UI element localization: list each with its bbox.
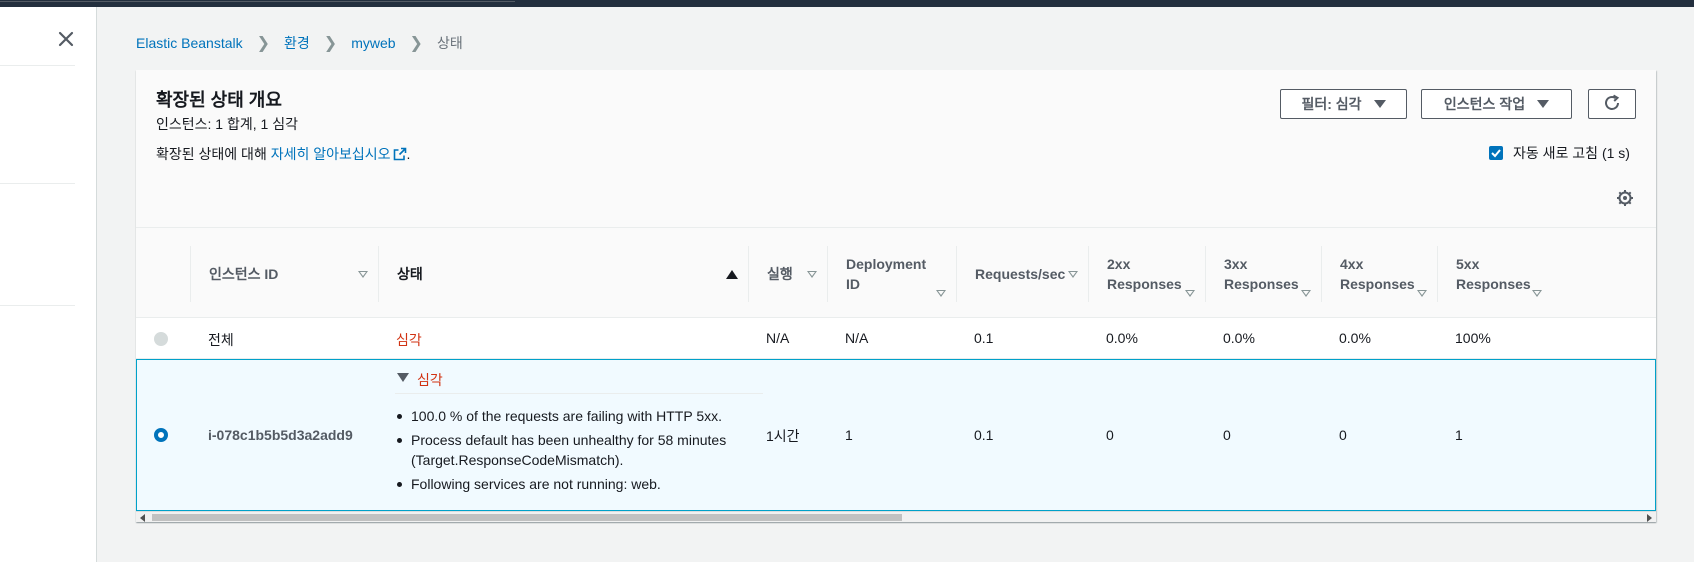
breadcrumb-health: 상태 — [436, 35, 463, 51]
overall-2xx: 0.0% — [1106, 330, 1138, 346]
breadcrumb-elastic-beanstalk[interactable]: Elastic Beanstalk — [136, 35, 243, 51]
cause-item: Process default has been unhealthy for 5… — [395, 430, 775, 470]
refresh-icon — [1603, 94, 1621, 115]
side-panel — [0, 7, 97, 562]
column-deployment-id[interactable]: Deployment ID — [827, 246, 956, 302]
cause-item: Following services are not running: web. — [395, 474, 775, 494]
divider — [0, 65, 75, 66]
close-icon[interactable] — [54, 27, 78, 51]
breadcrumb: Elastic Beanstalk ❯ 환경 ❯ myweb ❯ 상태 — [136, 33, 463, 53]
caret-down-icon — [1537, 100, 1550, 108]
overall-5xx: 100% — [1455, 330, 1491, 346]
instance-running: 1시간 — [766, 428, 800, 444]
page-title: 확장된 상태 개요 — [156, 90, 282, 110]
caret-down-icon — [1373, 100, 1386, 108]
auto-refresh-label: 자동 새로 고침 (1 s) — [1513, 145, 1630, 161]
sort-icon[interactable] — [1301, 290, 1311, 297]
column-status[interactable]: 상태 — [378, 246, 748, 302]
table-row-overall[interactable]: 전체 심각 N/A N/A 0.1 0.0% 0.0% 0.0% 100% — [136, 319, 1656, 359]
filter-button[interactable]: 필터: 심각 — [1280, 89, 1407, 119]
overall-name: 전체 — [208, 332, 234, 348]
instance-2xx: 0 — [1106, 427, 1114, 443]
instance-4xx: 0 — [1339, 427, 1347, 443]
instance-summary: 인스턴스: 1 합계, 1 심각 — [156, 116, 298, 132]
instance-deployment-id: 1 — [845, 427, 853, 443]
sort-icon[interactable] — [1185, 290, 1195, 297]
instance-actions-label: 인스턴스 작업 — [1443, 96, 1526, 112]
chevron-right-icon: ❯ — [409, 35, 423, 52]
overall-deployment-id: N/A — [845, 330, 869, 346]
filter-button-label: 필터: 심각 — [1301, 96, 1362, 112]
refresh-button[interactable] — [1588, 89, 1636, 119]
auto-refresh-toggle[interactable]: 자동 새로 고침 (1 s) — [1489, 143, 1630, 163]
column-running[interactable]: 실행 — [748, 246, 827, 302]
instance-id: i-078c1b5b5d3a2add9 — [208, 427, 353, 443]
scrollbar-thumb[interactable] — [152, 514, 902, 521]
column-3xx[interactable]: 3xx Responses — [1205, 246, 1321, 302]
gear-icon[interactable] — [1616, 189, 1634, 207]
scroll-right-icon[interactable] — [1647, 514, 1652, 522]
overall-status: 심각 — [396, 332, 422, 348]
overall-3xx: 0.0% — [1223, 330, 1255, 346]
chevron-right-icon: ❯ — [256, 35, 271, 52]
instance-status: 심각 — [417, 372, 443, 388]
sort-icon[interactable] — [726, 269, 738, 279]
overall-requests: 0.1 — [974, 330, 994, 346]
table-header: 인스턴스 ID 상태 실행 Deployment ID Requests/sec … — [136, 228, 1656, 318]
sort-icon[interactable] — [358, 270, 368, 278]
table-row-instance[interactable]: i-078c1b5b5d3a2add9 심각 100.0 % of the re… — [136, 359, 1656, 511]
divider — [0, 305, 75, 306]
breadcrumb-myweb[interactable]: myweb — [351, 35, 395, 51]
expand-icon — [397, 373, 409, 382]
column-requests-sec[interactable]: Requests/sec — [956, 246, 1088, 302]
breadcrumb-environments[interactable]: 환경 — [284, 33, 310, 53]
sort-icon[interactable] — [1068, 270, 1078, 278]
learn-more-prefix: 확장된 상태에 대해 — [156, 146, 271, 162]
panel-header: 확장된 상태 개요 인스턴스: 1 합계, 1 심각 확장된 상태에 대해 자세… — [136, 70, 1656, 228]
checkbox-icon[interactable] — [1489, 146, 1503, 160]
divider — [0, 183, 75, 184]
instance-requests: 0.1 — [974, 427, 994, 443]
sort-icon[interactable] — [807, 270, 817, 278]
status-expander[interactable]: 심각 — [395, 370, 763, 394]
horizontal-scrollbar[interactable] — [136, 511, 1656, 522]
column-5xx[interactable]: 5xx Responses — [1437, 246, 1552, 302]
top-bar — [0, 0, 1694, 7]
scroll-left-icon[interactable] — [140, 514, 145, 522]
learn-more-text: 확장된 상태에 대해 자세히 알아보십시오. — [156, 144, 410, 164]
sort-icon[interactable] — [1532, 290, 1542, 297]
instance-actions-button[interactable]: 인스턴스 작업 — [1421, 89, 1572, 119]
overall-running: N/A — [766, 330, 790, 346]
column-4xx[interactable]: 4xx Responses — [1321, 246, 1437, 302]
overall-4xx: 0.0% — [1339, 330, 1371, 346]
instance-3xx: 0 — [1223, 427, 1231, 443]
sort-icon[interactable] — [1417, 290, 1427, 297]
chevron-right-icon: ❯ — [323, 35, 338, 52]
external-link-icon — [393, 147, 407, 161]
cause-item: 100.0 % of the requests are failing with… — [395, 406, 775, 426]
learn-more-link[interactable]: 자세히 알아보십시오 — [271, 146, 407, 162]
radio-icon[interactable] — [154, 332, 168, 346]
radio-icon[interactable] — [154, 428, 168, 442]
sort-icon[interactable] — [936, 290, 946, 297]
column-2xx[interactable]: 2xx Responses — [1088, 246, 1205, 302]
instance-5xx: 1 — [1455, 427, 1463, 443]
column-instance-id[interactable]: 인스턴스 ID — [190, 246, 378, 302]
learn-more-suffix: . — [406, 146, 411, 162]
cause-list: 100.0 % of the requests are failing with… — [395, 406, 775, 498]
enhanced-health-panel: 확장된 상태 개요 인스턴스: 1 합계, 1 심각 확장된 상태에 대해 자세… — [136, 70, 1656, 522]
